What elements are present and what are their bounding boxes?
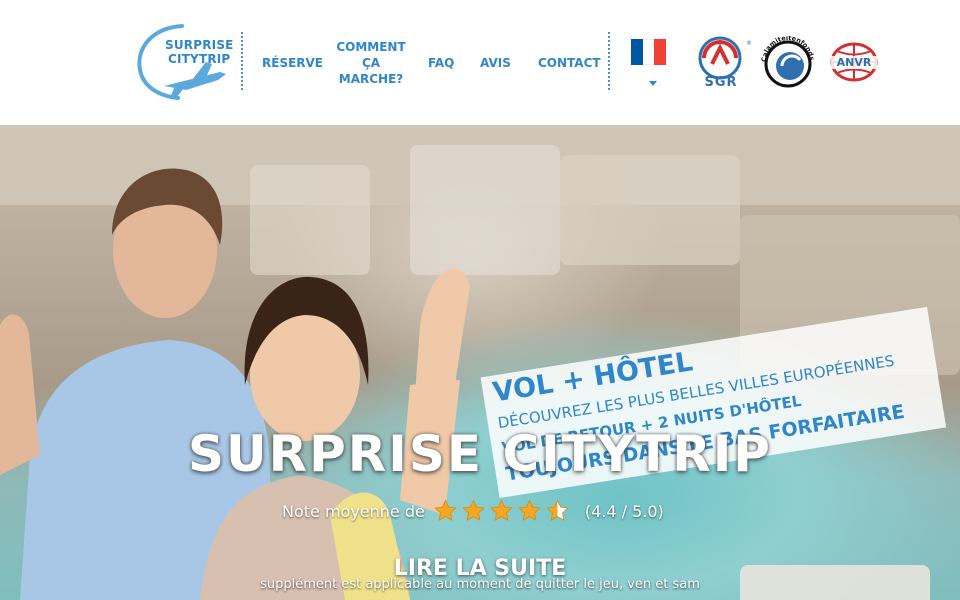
nav-how-it-works[interactable]: COMMENT ÇA MARCHE? bbox=[336, 39, 406, 87]
flag-white-stripe bbox=[642, 39, 655, 65]
star-half-icon bbox=[546, 499, 569, 521]
calamiteitenfonds-seal-icon: Calamiteitenfonds bbox=[760, 34, 816, 88]
nav-how-line1: COMMENT bbox=[336, 40, 406, 54]
nav-separator-right bbox=[608, 32, 610, 90]
flag-blue-stripe bbox=[631, 39, 643, 65]
nav-separator-left bbox=[241, 32, 243, 90]
calamiteitenfonds-badge[interactable]: Calamiteitenfonds bbox=[760, 34, 816, 90]
nav-contact[interactable]: CONTACT bbox=[538, 55, 601, 71]
anvr-badge[interactable]: ANVR bbox=[829, 42, 879, 84]
rating-stars bbox=[433, 499, 573, 523]
logo-text-line2: CITYTRIP bbox=[168, 52, 231, 66]
star-icon bbox=[434, 499, 457, 521]
star-icon bbox=[518, 499, 541, 521]
hero-title: SURPRISE CITYTRIP bbox=[188, 425, 772, 483]
logo-text-line1: SURPRISE bbox=[165, 38, 234, 52]
nav-how-line3: MARCHE? bbox=[338, 72, 404, 86]
language-flag-fr[interactable] bbox=[631, 39, 667, 65]
hero-section: VOL + HÔTEL DÉCOUVREZ LES PLUS BELLES VI… bbox=[0, 125, 960, 600]
nav-how-line2: ÇA bbox=[361, 56, 381, 70]
couple-photo bbox=[0, 168, 470, 600]
sgr-label: SGR bbox=[704, 75, 738, 90]
chevron-down-icon[interactable] bbox=[649, 81, 657, 86]
sgr-badge[interactable]: ® SGR bbox=[690, 36, 752, 90]
rating-score: (4.4 / 5.0) bbox=[584, 501, 664, 521]
nav-faq[interactable]: FAQ bbox=[428, 55, 454, 71]
average-rating: Note moyenne de (4.4 / 5.0) bbox=[282, 499, 664, 523]
star-icon bbox=[490, 499, 513, 521]
star-icon bbox=[462, 499, 485, 521]
rating-prefix: Note moyenne de bbox=[282, 501, 425, 521]
anvr-label: ANVR bbox=[831, 56, 877, 69]
site-header: SURPRISE CITYTRIP RÉSERVE COMMENT ÇA MAR… bbox=[0, 0, 960, 125]
footnote-text: supplément est applicable au moment de q… bbox=[260, 577, 700, 592]
nav-reviews[interactable]: AVIS bbox=[480, 55, 511, 71]
site-logo[interactable]: SURPRISE CITYTRIP bbox=[134, 22, 233, 102]
fountain-statue-right bbox=[560, 155, 740, 265]
flag-red-stripe bbox=[654, 39, 667, 65]
svg-text:®: ® bbox=[746, 40, 752, 47]
nav-reserve[interactable]: RÉSERVE bbox=[262, 55, 323, 71]
